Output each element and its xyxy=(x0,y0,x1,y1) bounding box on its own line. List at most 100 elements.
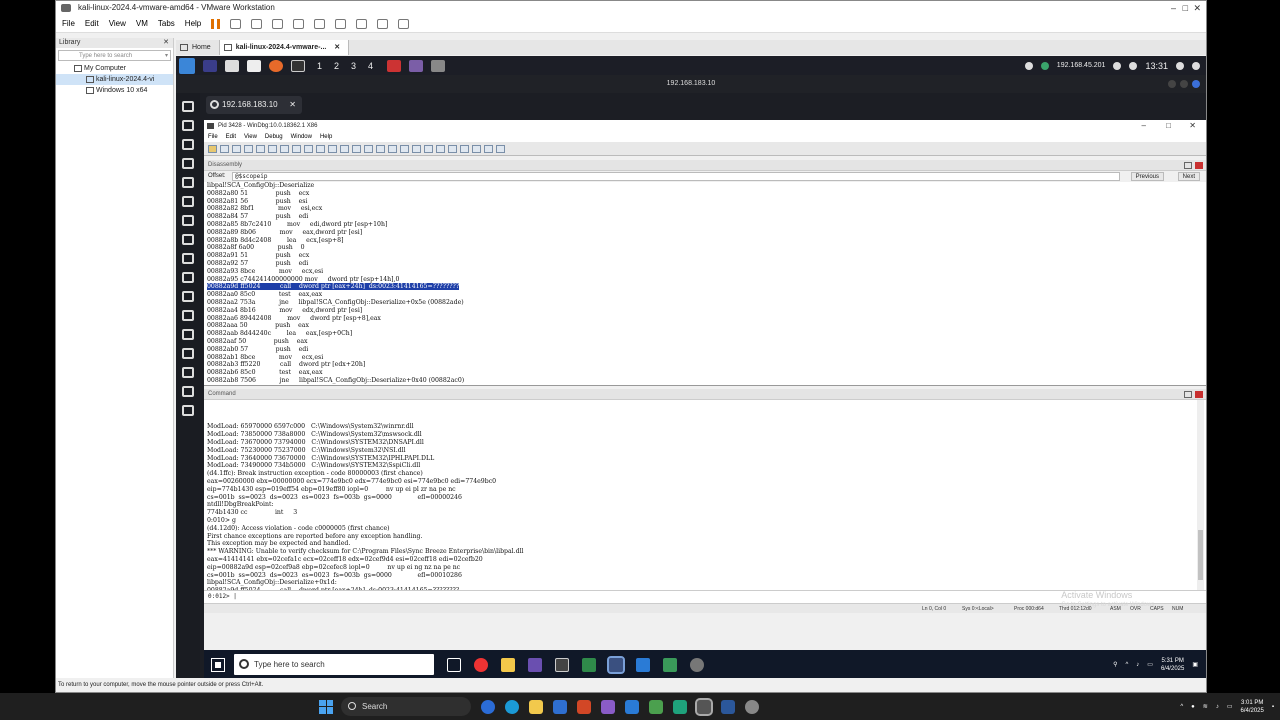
disassembly-line[interactable]: 00882a82 8bf1 mov esi,ecx xyxy=(207,205,1206,213)
word-icon[interactable] xyxy=(721,699,735,714)
resize-icon[interactable] xyxy=(182,234,194,245)
show-library-icon[interactable] xyxy=(314,18,326,29)
step-over-icon[interactable] xyxy=(316,144,325,153)
vmware-taskbar-icon[interactable] xyxy=(695,697,713,716)
notification-icon[interactable] xyxy=(1113,61,1122,70)
windows10-search-box[interactable]: Type here to search xyxy=(234,654,434,675)
terminal-icon[interactable] xyxy=(291,59,305,72)
library-close-icon[interactable]: ✕ xyxy=(163,38,169,48)
host-clock[interactable]: 3:01 PM 6/4/2025 xyxy=(1241,699,1264,715)
tab-home[interactable]: Home xyxy=(176,40,220,55)
tree-kali-vm[interactable]: kali-linux-2024.4-vi xyxy=(56,74,173,85)
open-icon[interactable] xyxy=(208,144,217,153)
thumbnail-bar-icon[interactable] xyxy=(335,18,347,29)
new-connection-icon[interactable] xyxy=(182,139,194,150)
go-icon[interactable] xyxy=(256,144,265,153)
windbg-taskbar-icon[interactable] xyxy=(607,655,625,674)
app-icon[interactable] xyxy=(431,59,446,72)
kali-menu-icon[interactable] xyxy=(179,57,195,74)
menu-file[interactable]: File xyxy=(208,132,218,142)
person-icon[interactable]: ⚲ xyxy=(1113,661,1117,668)
menu-window[interactable]: Window xyxy=(291,132,312,142)
previous-button[interactable]: Previous xyxy=(1130,172,1164,181)
battery-icon[interactable]: ▭ xyxy=(1227,703,1233,710)
command-output[interactable]: ModLoad: 65970000 6597c000 C:\Windows\Sy… xyxy=(204,400,1206,590)
close-icon[interactable] xyxy=(1195,391,1203,398)
command-input[interactable]: 0:012> | xyxy=(204,590,1206,603)
windows10-clock[interactable]: 5:31 PM 6/4/2025 xyxy=(1161,657,1184,673)
disassembly-line[interactable]: 00882aa0 85c0 test eax,eax xyxy=(207,291,1206,299)
disassembly-view[interactable]: libpal!SCA_ConfigObj::Deserialize00882a8… xyxy=(204,182,1206,386)
registers-window-icon[interactable] xyxy=(400,144,409,153)
remmina-icon[interactable] xyxy=(409,59,424,72)
close-icon[interactable] xyxy=(1195,162,1203,169)
disassembly-line[interactable]: 00882a8b 8d4c2408 lea ecx,[esp+8] xyxy=(207,237,1206,245)
close-icon[interactable]: ✕ xyxy=(1189,120,1196,132)
close-icon[interactable] xyxy=(1192,80,1200,88)
workspace-1[interactable]: 1 xyxy=(317,61,322,71)
file-manager-icon[interactable] xyxy=(225,59,239,72)
chevron-down-icon[interactable] xyxy=(182,367,194,378)
menu-view[interactable]: View xyxy=(244,132,257,142)
menu-lines-icon[interactable] xyxy=(182,253,194,264)
multi-monitor-icon[interactable] xyxy=(182,272,194,283)
disassembly-symbol[interactable]: libpal!SCA_ConfigObj::Deserialize xyxy=(207,182,1206,190)
home-icon[interactable] xyxy=(182,120,194,131)
pause-icon[interactable] xyxy=(211,18,221,29)
disassembly-icon[interactable] xyxy=(436,144,445,153)
firefox-icon[interactable] xyxy=(269,59,283,72)
break-icon[interactable] xyxy=(292,144,301,153)
app-icon[interactable] xyxy=(528,657,542,672)
disassembly-line[interactable]: 00882a84 57 push edi xyxy=(207,213,1206,221)
breakpoint-icon[interactable] xyxy=(352,144,361,153)
options-icon[interactable] xyxy=(496,144,505,153)
disassembly-line[interactable]: 00882a91 51 push ecx xyxy=(207,252,1206,260)
command-scrollbar[interactable] xyxy=(1197,400,1204,590)
workspace-3[interactable]: 3 xyxy=(351,61,356,71)
menu-tabs[interactable]: Tabs xyxy=(158,15,175,33)
disassembly-line[interactable]: 00882a9d ff5024 call dword ptr [eax+24h]… xyxy=(207,283,1206,291)
locals-window-icon[interactable] xyxy=(388,144,397,153)
offset-input[interactable]: @$scopeip xyxy=(232,172,1120,181)
disassembly-line[interactable]: 00882aa2 753a jne libpal!SCA_ConfigObj::… xyxy=(207,299,1206,307)
power-icon[interactable] xyxy=(1192,61,1200,70)
list-icon[interactable] xyxy=(182,196,194,207)
disassembly-line[interactable]: 00882a93 8bce mov ecx,esi xyxy=(207,268,1206,276)
battery-icon[interactable] xyxy=(1129,61,1138,70)
windows-start-icon[interactable] xyxy=(211,657,225,672)
menu-debug[interactable]: Debug xyxy=(265,132,283,142)
store-icon[interactable] xyxy=(553,699,567,714)
camera-icon[interactable] xyxy=(182,348,194,359)
chevron-down-icon[interactable]: ▾ xyxy=(165,51,168,61)
scratch-pad-icon[interactable] xyxy=(448,144,457,153)
disassembly-line[interactable]: 00882a81 56 push esi xyxy=(207,198,1206,206)
revert-snapshot-icon[interactable] xyxy=(272,18,284,29)
disassembly-line[interactable]: 00882a89 8b06 mov eax,dword ptr [esi] xyxy=(207,229,1206,237)
watch-window-icon[interactable] xyxy=(376,144,385,153)
copilot-icon[interactable] xyxy=(481,699,495,714)
chrome-icon[interactable] xyxy=(474,657,488,672)
library-search-input[interactable]: Type here to search ▾ xyxy=(58,50,171,61)
menu-icon[interactable] xyxy=(182,101,194,112)
text-editor-icon[interactable] xyxy=(247,59,261,72)
fullscreen-icon[interactable] xyxy=(182,177,194,188)
app-tray-icon[interactable]: ● xyxy=(1191,704,1195,710)
windows-remote-desktop[interactable]: Pid 3428 - WinDbg:10.0.18362.1 X86 – □ ✕… xyxy=(204,120,1206,679)
maximize-icon[interactable] xyxy=(1180,80,1188,88)
disassembly-line[interactable]: 00882aa6 89442408 mov dword ptr [esp+8],… xyxy=(207,315,1206,323)
close-icon[interactable]: ✕ xyxy=(1193,1,1201,15)
vm-screen[interactable]: 1 2 3 4 192.168.45.201 13:31 192.168.183… xyxy=(176,56,1206,679)
disassembly-line[interactable]: 00882ab3 ff5220 call dword ptr [edx+20h] xyxy=(207,361,1206,369)
app-icon[interactable] xyxy=(387,59,402,72)
menu-help[interactable]: Help xyxy=(185,15,201,33)
disassembly-line[interactable]: 00882a8f 6a00 push 0 xyxy=(207,244,1206,252)
tab-kali[interactable]: kali-linux-2024.4-vmware-... ✕ xyxy=(219,40,350,55)
dock-icon[interactable] xyxy=(1184,391,1192,398)
app-icon[interactable] xyxy=(582,657,596,672)
stretch-guest-icon[interactable] xyxy=(398,18,410,29)
settings-icon[interactable] xyxy=(745,699,759,714)
network-icon[interactable]: ▭ xyxy=(1147,661,1153,668)
file-explorer-icon[interactable] xyxy=(529,699,543,714)
next-button[interactable]: Next xyxy=(1177,172,1200,181)
vpn-icon[interactable] xyxy=(1040,61,1049,70)
